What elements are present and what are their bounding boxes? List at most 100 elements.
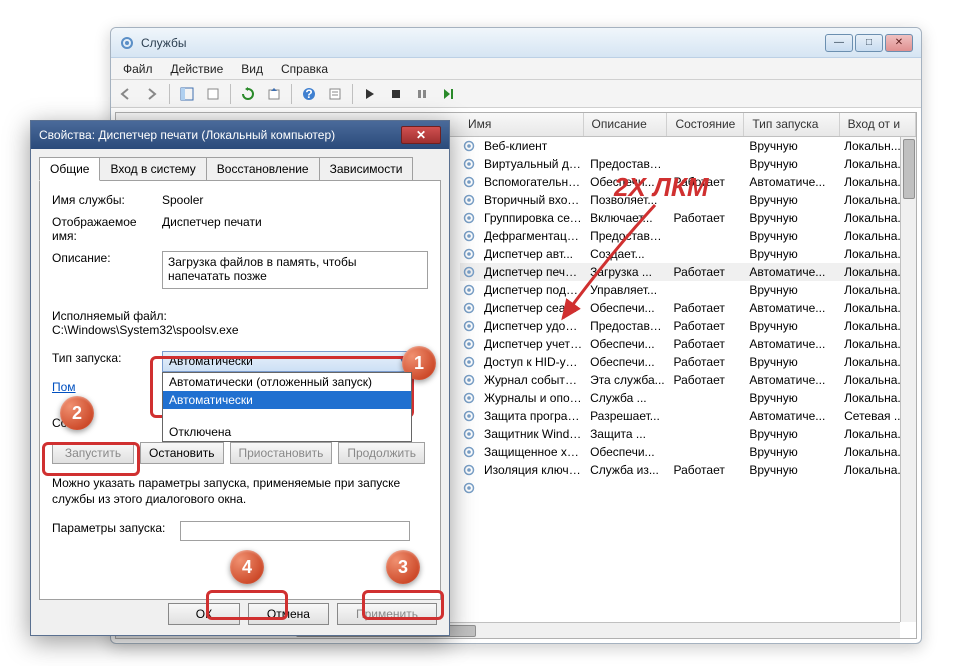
start-params-note: Можно указать параметры запуска, применя… xyxy=(52,476,428,507)
label-description: Описание: xyxy=(52,251,162,265)
label-service-name: Имя службы: xyxy=(52,193,162,207)
dialog-titlebar[interactable]: Свойства: Диспетчер печати (Локальный ко… xyxy=(31,121,449,149)
value-display-name: Диспетчер печати xyxy=(162,215,428,229)
stop-button[interactable]: Остановить xyxy=(140,442,224,464)
dropdown-manual[interactable] xyxy=(163,409,411,423)
gear-icon xyxy=(462,409,476,423)
maximize-button[interactable]: □ xyxy=(855,34,883,52)
detail-icon[interactable] xyxy=(176,83,198,105)
resume-button[interactable]: Продолжить xyxy=(338,442,425,464)
gear-icon xyxy=(462,301,476,315)
restart-icon[interactable] xyxy=(437,83,459,105)
gear-icon xyxy=(462,193,476,207)
gear-icon xyxy=(462,139,476,153)
export-icon[interactable] xyxy=(263,83,285,105)
help-link[interactable]: Пом xyxy=(52,380,76,394)
apply-button[interactable]: Применить xyxy=(337,603,437,625)
cancel-button[interactable]: Отмена xyxy=(248,603,329,625)
tab-dependencies[interactable]: Зависимости xyxy=(319,157,414,180)
gear-icon xyxy=(462,391,476,405)
gear-icon xyxy=(462,373,476,387)
service-row[interactable]: Группировка сет...Включает...РаботаетВру… xyxy=(460,209,916,227)
ok-button[interactable]: ОК xyxy=(168,603,240,625)
gear-icon xyxy=(462,175,476,189)
tab-general[interactable]: Общие xyxy=(39,157,100,181)
col-startup[interactable]: Тип запуска xyxy=(744,113,839,136)
gear-icon xyxy=(462,247,476,261)
dropdown-delayed[interactable]: Автоматически (отложенный запуск) xyxy=(163,373,411,391)
service-row[interactable]: Диспетчер авт...Создает...ВручнуюЛокальн… xyxy=(460,245,916,263)
service-row[interactable]: Диспетчер подкл...Управляет...ВручнуюЛок… xyxy=(460,281,916,299)
col-desc[interactable]: Описание xyxy=(584,113,668,136)
dialog-close-button[interactable]: ✕ xyxy=(401,126,441,144)
back-button[interactable] xyxy=(115,83,137,105)
startup-type-dropdown[interactable]: Автоматически (отложенный запуск) Автома… xyxy=(162,372,412,442)
service-row[interactable]: Диспетчер печатиЗагрузка ...РаботаетАвто… xyxy=(460,263,916,281)
dialog-title: Свойства: Диспетчер печати (Локальный ко… xyxy=(39,128,401,142)
gear-icon xyxy=(462,355,476,369)
menu-view[interactable]: Вид xyxy=(233,60,271,78)
service-row[interactable] xyxy=(460,479,916,497)
close-button[interactable]: ✕ xyxy=(885,34,913,52)
menu-file[interactable]: Файл xyxy=(115,60,161,78)
service-row[interactable]: Защитник Windo...Защита ...ВручнуюЛокаль… xyxy=(460,425,916,443)
tab-recovery[interactable]: Восстановление xyxy=(206,157,320,180)
service-row[interactable]: Журналы и опов...Служба ...ВручнуюЛокаль… xyxy=(460,389,916,407)
service-row[interactable]: Диспетчер учетн...Обеспечи...РаботаетАвт… xyxy=(460,335,916,353)
gear-icon xyxy=(462,283,476,297)
tab-logon[interactable]: Вход в систему xyxy=(99,157,206,180)
gear-icon xyxy=(462,265,476,279)
value-description[interactable]: Загрузка файлов в память, чтобы напечата… xyxy=(162,251,428,289)
play-icon[interactable] xyxy=(359,83,381,105)
service-row[interactable]: Защита програм...Разрешает...Автоматиче.… xyxy=(460,407,916,425)
gear-icon xyxy=(462,481,476,495)
start-params-input[interactable] xyxy=(180,521,410,541)
properties-icon[interactable] xyxy=(202,83,224,105)
col-logon[interactable]: Вход от и xyxy=(840,113,916,136)
tab-panel-general: Имя службы: Spooler Отображаемое имя: Ди… xyxy=(39,180,441,600)
properties-dialog: Свойства: Диспетчер печати (Локальный ко… xyxy=(30,120,450,636)
menu-action[interactable]: Действие xyxy=(163,60,232,78)
start-button[interactable]: Запустить xyxy=(52,442,134,464)
service-row[interactable]: Изоляция ключе...Служба из...РаботаетВру… xyxy=(460,461,916,479)
service-row[interactable]: Диспетчер сеанс...Обеспечи...РаботаетАвт… xyxy=(460,299,916,317)
help-icon[interactable]: ? xyxy=(298,83,320,105)
gear-icon xyxy=(462,157,476,171)
service-row[interactable]: Доступ к HID-уст...Обеспечи...РаботаетВр… xyxy=(460,353,916,371)
tab-strip: Общие Вход в систему Восстановление Зави… xyxy=(39,157,441,180)
gear-icon xyxy=(462,337,476,351)
forward-button[interactable] xyxy=(141,83,163,105)
toolbar: ? xyxy=(111,80,921,108)
list-icon[interactable] xyxy=(324,83,346,105)
pause-button[interactable]: Приостановить xyxy=(230,442,333,464)
pause-icon[interactable] xyxy=(411,83,433,105)
services-icon xyxy=(119,35,135,51)
service-row[interactable]: Дефрагментация...Предоставл...ВручнуюЛок… xyxy=(460,227,916,245)
gear-icon xyxy=(462,229,476,243)
service-row[interactable]: Защищенное хра...Обеспечи...ВручнуюЛокал… xyxy=(460,443,916,461)
service-row[interactable]: Виртуальный дискПредоставл...ВручнуюЛока… xyxy=(460,155,916,173)
dropdown-disabled[interactable]: Отключена xyxy=(163,423,411,441)
col-name[interactable]: Имя xyxy=(460,113,584,136)
stop-icon[interactable] xyxy=(385,83,407,105)
startup-type-select[interactable]: Автоматически Автоматически (отложенный … xyxy=(162,351,412,372)
gear-icon xyxy=(462,463,476,477)
col-state[interactable]: Состояние xyxy=(667,113,744,136)
label-display-name: Отображаемое имя: xyxy=(52,215,162,243)
gear-icon xyxy=(462,211,476,225)
menu-help[interactable]: Справка xyxy=(273,60,336,78)
service-row[interactable]: Веб-клиентВручнуюЛокальн... xyxy=(460,137,916,155)
svg-text:?: ? xyxy=(305,87,312,101)
service-row[interactable]: Диспетчер удост...Предоставл...РаботаетВ… xyxy=(460,317,916,335)
gear-icon xyxy=(462,445,476,459)
minimize-button[interactable]: — xyxy=(825,34,853,52)
dropdown-auto[interactable]: Автоматически xyxy=(163,391,411,409)
service-row[interactable]: Журнал событий...Эта служба...РаботаетАв… xyxy=(460,371,916,389)
titlebar[interactable]: Службы — □ ✕ xyxy=(111,28,921,58)
annotation-double-click: 2X ЛКМ xyxy=(614,172,709,203)
gear-icon xyxy=(462,319,476,333)
startup-type-value[interactable]: Автоматически xyxy=(162,351,412,372)
label-exe-path: Исполняемый файл: xyxy=(52,309,428,323)
refresh-icon[interactable] xyxy=(237,83,259,105)
vertical-scrollbar[interactable] xyxy=(900,137,916,622)
